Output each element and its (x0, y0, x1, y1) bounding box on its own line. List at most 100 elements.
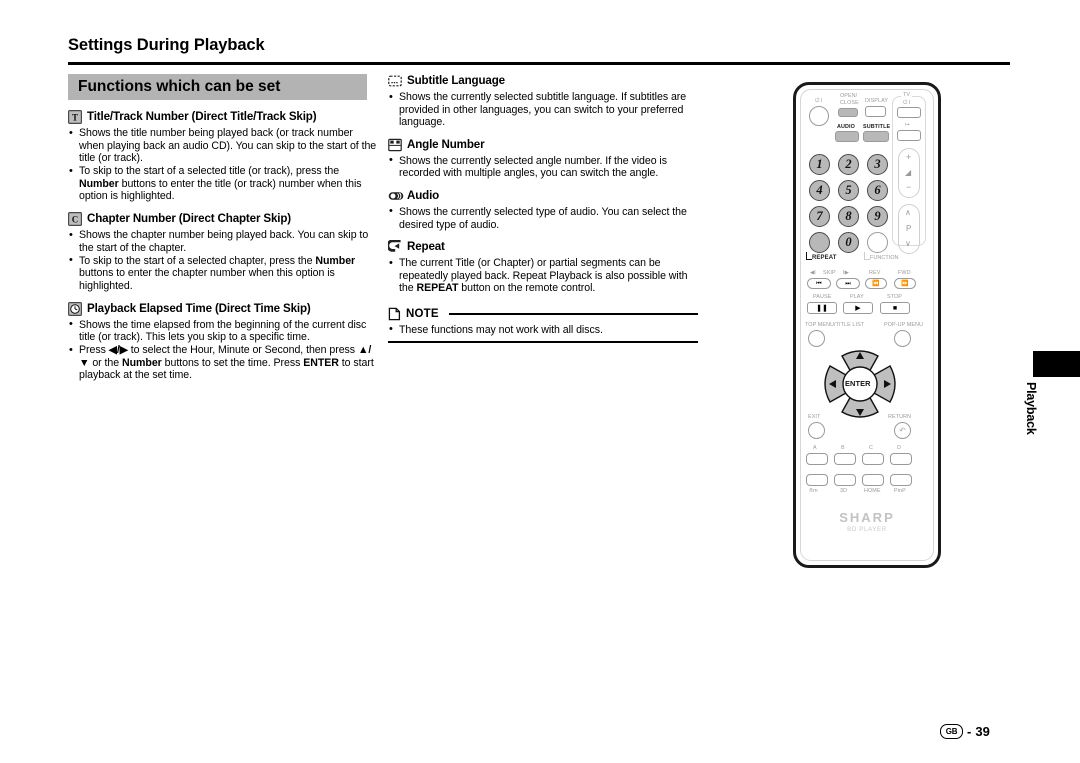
middle-content-column: Subtitle Language Shows the currently sel… (388, 74, 698, 343)
emphasis-text: REPEAT (416, 282, 459, 295)
emphasis-text: ENTER (303, 356, 339, 369)
number-key-7[interactable]: 7 (809, 206, 830, 227)
color-b-label: B (841, 445, 845, 451)
function-button[interactable] (867, 232, 888, 253)
note-bullet-list: These functions may not work with all di… (388, 323, 698, 337)
number-key-6[interactable]: 6 (867, 180, 888, 201)
number-key-2[interactable]: 2 (838, 154, 859, 175)
channel-down-icon: ∨ (905, 239, 911, 248)
rev-label: REV (869, 270, 881, 276)
left-content-column: T Title/Track Number (Direct Title/Track … (68, 110, 378, 391)
left-section-bullet: To skip to the start of a selected title… (68, 165, 378, 203)
body-text: Shows the chapter number being played ba… (79, 229, 369, 254)
note-label: NOTE (406, 307, 439, 320)
repeat-button[interactable] (809, 232, 830, 253)
subtitle-icon (388, 74, 402, 88)
display-button[interactable] (865, 106, 886, 117)
color-a-button[interactable] (806, 453, 828, 465)
color-b-button[interactable] (834, 453, 856, 465)
left-section-bullet: Shows the time elapsed from the beginnin… (68, 318, 378, 344)
angle-icon (388, 138, 402, 152)
color-d-button[interactable] (890, 453, 912, 465)
mid-section-heading-text: Angle Number (407, 137, 485, 151)
region-code-badge: GB (940, 724, 963, 739)
body-text: buttons to enter the title (or track) nu… (79, 177, 362, 203)
netflix-button[interactable] (806, 474, 828, 486)
audio-button[interactable] (835, 131, 859, 142)
skip-forward-button[interactable]: ⏭ (836, 278, 860, 289)
mid-section-bullet-list: The current Title (or Chapter) or partia… (388, 257, 698, 295)
left-section-bullet: To skip to the start of a selected chapt… (68, 254, 378, 293)
number-key-3[interactable]: 3 (867, 154, 888, 175)
open-close-button[interactable] (838, 108, 858, 117)
color-c-button[interactable] (862, 453, 884, 465)
exit-button[interactable] (808, 422, 825, 439)
play-button[interactable]: ▶ (843, 302, 873, 314)
rev-icon: ⏪ (872, 281, 880, 287)
home-button[interactable] (862, 474, 884, 486)
note-bullet: These functions may not work with all di… (388, 323, 698, 337)
color-a-label: A (813, 445, 817, 451)
fwd-button[interactable]: ⏩ (894, 278, 916, 289)
title-track-icon: T (68, 110, 82, 124)
display-label: DISPLAY (865, 98, 889, 104)
remote-control-illustration: ⏻ I OPEN/ CLOSE DISPLAY TV ⏻ I ↦ + ◢ − ∧… (793, 82, 941, 568)
left-section-bullet-list: Shows the chapter number being played ba… (68, 229, 378, 292)
channel-label: P (906, 224, 912, 233)
subtitle-button[interactable] (863, 131, 889, 142)
number-key-4[interactable]: 4 (809, 180, 830, 201)
page-footer: GB - 39 (940, 724, 990, 739)
brand-subtitle: BD PLAYER (847, 526, 887, 533)
body-text: To skip to the start of a selected title… (79, 165, 340, 178)
play-icon: ▶ (855, 305, 861, 312)
mid-section-block: Audio Shows the currently selected type o… (388, 189, 698, 231)
mid-section-heading: Repeat (388, 240, 698, 254)
repeat-icon (388, 240, 402, 254)
emphasis-text: Number (122, 356, 162, 369)
three-d-button[interactable] (834, 474, 856, 486)
note-box: NOTE These functions may not work with al… (388, 307, 698, 343)
mid-section-bullet-list: Shows the currently selected type of aud… (388, 205, 698, 231)
skip-back-button[interactable]: ⏮ (807, 278, 831, 289)
mid-section-heading-text: Audio (407, 188, 440, 202)
number-key-5[interactable]: 5 (838, 180, 859, 201)
body-text: These functions may not work with all di… (399, 323, 603, 336)
return-button[interactable]: ↶ (894, 422, 911, 439)
stop-button[interactable]: ■ (880, 302, 910, 314)
remote-power-label: ⏻ I (815, 98, 823, 104)
pause-button[interactable]: ❚❚ (807, 302, 837, 314)
function-label: FUNCTION (870, 255, 899, 261)
mid-section-bullet: Shows the currently selected subtitle la… (388, 91, 698, 129)
left-section-heading-text: Chapter Number (Direct Chapter Skip) (87, 212, 291, 226)
pause-label: PAUSE (813, 294, 832, 300)
body-text: To skip to the start of a selected chapt… (79, 254, 316, 267)
audio-label: AUDIO (837, 124, 855, 130)
volume-minus-label: − (906, 182, 912, 192)
tv-group-label: TV (901, 92, 913, 98)
number-key-9[interactable]: 9 (867, 206, 888, 227)
footer-separator: - (967, 724, 972, 739)
audio-icon (388, 189, 404, 203)
number-key-1[interactable]: 1 (809, 154, 830, 175)
section-thumb-tab (1033, 351, 1080, 377)
note-page-icon (388, 307, 402, 321)
pinp-label: PinP (894, 488, 906, 494)
power-button[interactable] (809, 106, 829, 126)
number-key-0[interactable]: 0 (838, 232, 859, 253)
pause-icon: ❚❚ (816, 305, 828, 312)
left-section-bullet: Shows the chapter number being played ba… (68, 229, 378, 254)
mid-section-bullet: The current Title (or Chapter) or partia… (388, 257, 698, 295)
mid-section-heading-text: Subtitle Language (407, 74, 505, 87)
left-section-heading-text: Playback Elapsed Time (Direct Time Skip) (87, 301, 311, 315)
brand-logo: SHARP (839, 510, 895, 525)
top-menu-label: TOP MENU/TITLE LIST (805, 322, 865, 328)
tv-power-button[interactable] (897, 107, 921, 118)
section-thumb-label: Playback (1024, 382, 1038, 435)
body-text: Shows the currently selected subtitle la… (399, 91, 687, 129)
pinp-button[interactable] (890, 474, 912, 486)
tv-input-button[interactable] (897, 130, 921, 141)
body-text: buttons to set the time. Press (161, 356, 304, 369)
repeat-label: REPEAT (812, 255, 837, 261)
rev-button[interactable]: ⏪ (865, 278, 887, 289)
number-key-8[interactable]: 8 (838, 206, 859, 227)
